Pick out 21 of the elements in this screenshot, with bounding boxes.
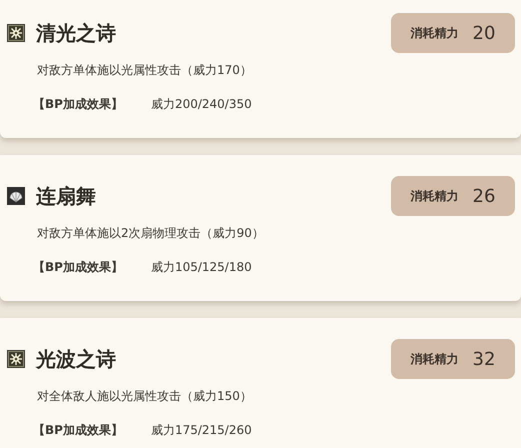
skill-name: 清光之诗	[36, 20, 116, 46]
sun-icon	[7, 350, 25, 368]
skill-description: 对全体敌人施以光属性攻击（威力150）	[37, 388, 253, 405]
cost-value: 32	[472, 348, 496, 370]
bp-value: 威力200/240/350	[150, 96, 252, 113]
cost-value: 26	[472, 186, 496, 206]
bp-value: 威力175/215/260	[150, 422, 252, 439]
skill-name: 光波之诗	[36, 346, 116, 372]
cost-label: 消耗精力	[410, 350, 459, 368]
sun-icon	[7, 24, 25, 42]
fan-icon	[7, 187, 25, 205]
skill-description: 对敌方单体施以2次扇物理攻击（威力90）	[37, 225, 265, 242]
skill-name: 连扇舞	[36, 182, 96, 210]
bp-label: 【BP加成效果】	[33, 96, 123, 113]
bp-value: 威力105/125/180	[150, 259, 252, 276]
cost-label: 消耗精力	[410, 24, 459, 42]
cost-label: 消耗精力	[410, 188, 459, 204]
bp-label: 【BP加成效果】	[33, 259, 123, 276]
skill-description: 对敌方单体施以光属性攻击（威力170）	[37, 62, 253, 79]
bp-label: 【BP加成效果】	[33, 422, 123, 439]
cost-value: 20	[472, 22, 496, 44]
